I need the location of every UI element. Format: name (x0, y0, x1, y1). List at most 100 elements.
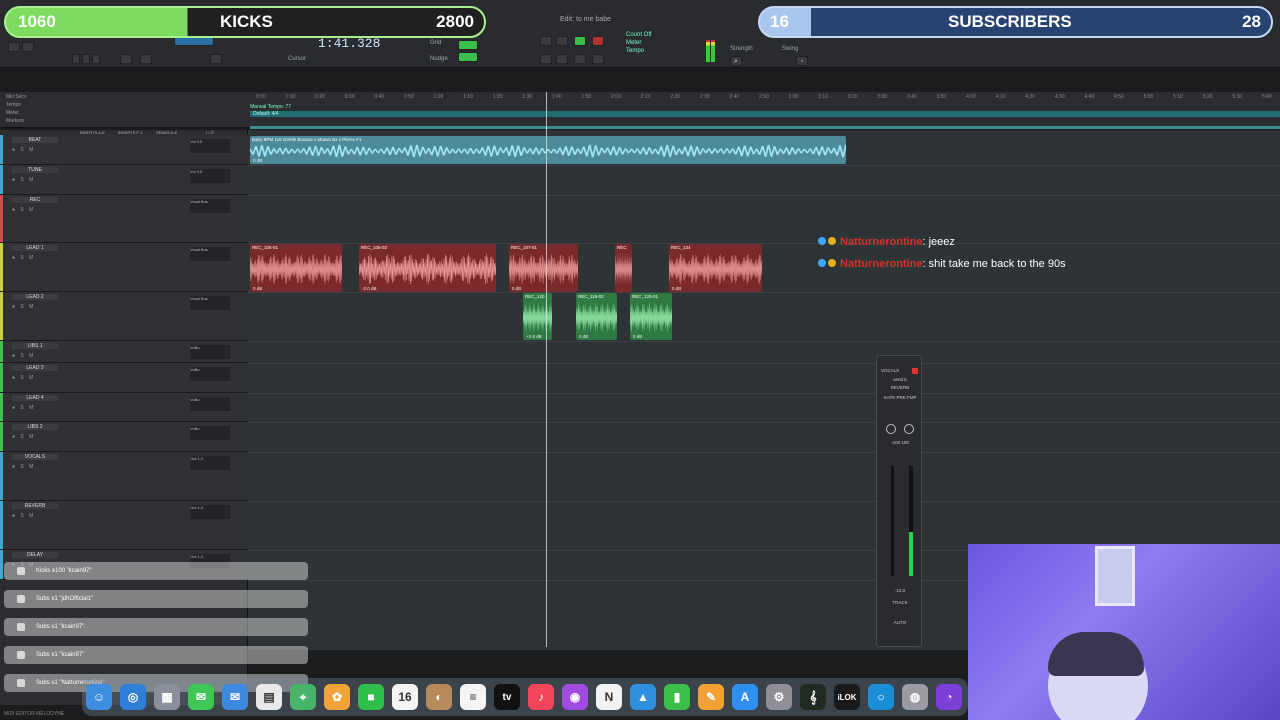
audio-clip-beat[interactable]: Baby BPM 116 Gentle Bounce x Mauve Bx x … (250, 136, 846, 164)
track-io-selector[interactable]: VoBu (190, 397, 230, 411)
track-rsmv-buttons[interactable]: ● S M (12, 405, 35, 411)
search-button[interactable]: ⌕ (730, 56, 742, 66)
audio-clip-lead1[interactable]: REC_107-01 0 dB (509, 244, 578, 292)
grid-mode-button[interactable] (120, 54, 132, 64)
track-rsmv-buttons[interactable]: ● S M (12, 255, 35, 261)
rewind-button[interactable] (540, 54, 552, 64)
track-rsmv-buttons[interactable]: ● S M (12, 207, 35, 213)
loop-button[interactable] (540, 36, 552, 46)
track-header[interactable]: LIBS 1 ● S M VoBu (0, 341, 248, 363)
track-name[interactable]: LEAD 1 (12, 245, 58, 251)
disk-utility-icon[interactable]: ◍ (902, 684, 928, 710)
track-io-selector[interactable]: Out 1-2 (190, 505, 230, 519)
audio-clip-lead1[interactable]: REC (615, 244, 632, 292)
link-button[interactable] (210, 54, 222, 64)
record-button[interactable] (592, 36, 604, 46)
numbers-icon[interactable]: ▮ (664, 684, 690, 710)
track-name[interactable]: BEAT (12, 137, 58, 143)
auto-label[interactable]: AUTO (881, 620, 919, 625)
launchpad-icon[interactable]: ▦ (154, 684, 180, 710)
zoom-preset-button[interactable] (92, 54, 100, 64)
track-header[interactable]: REVERB ● S M Out 1-2 (0, 501, 248, 550)
track-rsmv-buttons[interactable]: ● S M (12, 434, 35, 440)
obs-icon[interactable]: ◔ (936, 684, 962, 710)
track-header[interactable]: LEAD 1 ● S M Vocal Bus (0, 243, 248, 292)
settings-button[interactable]: ◦ (796, 56, 808, 66)
circle-app-icon[interactable]: ○ (868, 684, 894, 710)
track-io-selector[interactable]: Vocal Bus (190, 199, 230, 213)
forward-button[interactable] (574, 54, 586, 64)
track-rsmv-buttons[interactable]: ● S M (12, 304, 35, 310)
online-button[interactable] (556, 36, 568, 46)
play-button[interactable] (574, 36, 586, 46)
playhead-cursor[interactable] (546, 92, 547, 647)
track-io-selector[interactable]: Vocal Bus (190, 296, 230, 310)
photos-icon[interactable]: ✿ (324, 684, 350, 710)
track-io-selector[interactable]: Vol 0.0 (190, 169, 230, 183)
safari-icon[interactable]: ◎ (120, 684, 146, 710)
track-header[interactable]: LIBS 2 ● S M VoBu (0, 422, 248, 452)
mail-icon[interactable]: ✉ (222, 684, 248, 710)
maps-icon[interactable]: ⌖ (290, 684, 316, 710)
audio-clip-lead1[interactable]: REC_106-02 -2.0 dB (359, 244, 496, 292)
track-name[interactable]: REC (12, 197, 58, 203)
messages-icon[interactable]: ✉ (188, 684, 214, 710)
track-name[interactable]: DELAY (12, 552, 58, 558)
track-name[interactable]: LIBS 2 (12, 424, 58, 430)
track-header[interactable]: LEAD 3 ● S M VoBu (0, 363, 248, 393)
audio-clip-lead2[interactable]: REC_120 +2.8 dB (523, 293, 552, 340)
audio-clip-lead2[interactable]: REC_118-02 0 dB (576, 293, 617, 340)
markers-lane[interactable] (250, 126, 1280, 129)
track-name[interactable]: REVERB (12, 503, 58, 509)
contacts-icon[interactable]: ◐ (426, 684, 452, 710)
track-rsmv-buttons[interactable]: ● S M (12, 375, 35, 381)
track-header[interactable]: REC ● S M Vocal Bus (0, 195, 248, 243)
reminders-icon[interactable]: ≡ (460, 684, 486, 710)
track-name[interactable]: VOCALS (12, 454, 58, 460)
stop-button[interactable] (556, 54, 568, 64)
track-rsmv-buttons[interactable]: ● S M (12, 177, 35, 183)
zoom-preset-button[interactable] (82, 54, 90, 64)
track-name[interactable]: LEAD 2 (12, 294, 58, 300)
facetime-icon[interactable]: ■ (358, 684, 384, 710)
news-icon[interactable]: N (596, 684, 622, 710)
track-io-selector[interactable]: Vocal Bus (190, 247, 230, 261)
pages-icon[interactable]: ✎ (698, 684, 724, 710)
audio-clip-lead1[interactable]: REC_134 0 dB (669, 244, 762, 292)
zoom-preset-button[interactable] (72, 54, 80, 64)
mixer-safe-pre-fmp[interactable]: SAFE PRE FMP (881, 395, 919, 400)
track-name[interactable]: TUNE (12, 167, 58, 173)
podcasts-icon[interactable]: ◉ (562, 684, 588, 710)
track-name[interactable]: LEAD 3 (12, 365, 58, 371)
ilok-icon[interactable]: iLOK (834, 684, 860, 710)
appletv-icon[interactable]: tv (494, 684, 520, 710)
track-header[interactable]: BEAT ● S M Vol 0.0 (0, 135, 248, 165)
timeline-ruler[interactable]: Min:Secs Tempo Meter Markers 0:00 0:10 0:2… (0, 92, 1280, 128)
audio-clip-lead1[interactable]: REC_106-01 0 dB (250, 244, 342, 292)
nudge-mode-button[interactable] (140, 54, 152, 64)
calendar-icon[interactable]: 16 (392, 684, 418, 710)
finder-icon[interactable]: ☺ (86, 684, 112, 710)
track-rsmv-buttons[interactable]: ● S M (12, 147, 35, 153)
nudge-value[interactable] (458, 52, 478, 62)
track-header[interactable]: TUNE ● S M Vol 0.0 (0, 165, 248, 195)
files-icon[interactable]: ▤ (256, 684, 282, 710)
send-mixer-window[interactable]: VOCALS send b REVERB SAFE PRE FMP -100 1… (876, 355, 922, 647)
tool-button[interactable] (8, 42, 20, 52)
settings-icon[interactable]: ⚙ (766, 684, 792, 710)
track-name[interactable]: LEAD 4 (12, 395, 58, 401)
pan-knob-right[interactable] (904, 424, 914, 434)
appstore-icon[interactable]: A (732, 684, 758, 710)
grid-value[interactable] (458, 40, 478, 50)
pan-knob-left[interactable] (886, 424, 896, 434)
track-io-selector[interactable]: VoBu (190, 367, 230, 381)
track-io-selector[interactable]: VoBu (190, 426, 230, 440)
track-io-selector[interactable]: Out 1-2 (190, 456, 230, 470)
tool-button[interactable] (22, 42, 34, 52)
send-fader[interactable] (891, 466, 894, 576)
track-header[interactable]: LEAD 2 ● S M Vocal Bus (0, 292, 248, 341)
track-header[interactable]: VOCALS ● S M Out 1-2 (0, 452, 248, 501)
track-header[interactable]: LEAD 4 ● S M VoBu (0, 393, 248, 422)
track-io-selector[interactable]: Vol 0.0 (190, 139, 230, 153)
track-rsmv-buttons[interactable]: ● S M (12, 464, 35, 470)
